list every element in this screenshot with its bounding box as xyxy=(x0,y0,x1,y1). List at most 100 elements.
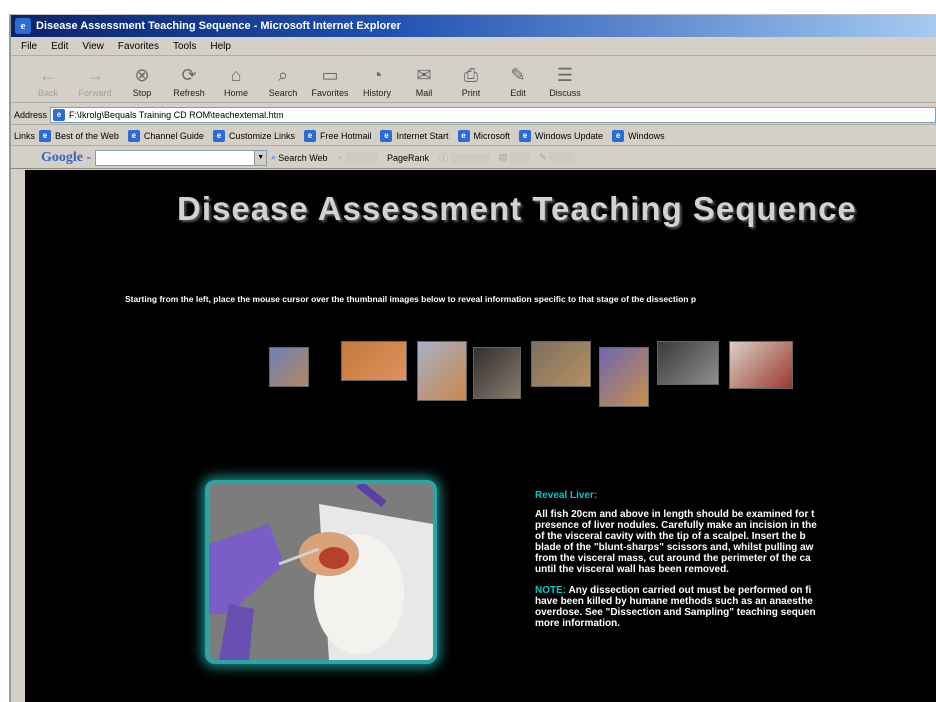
print-icon: ⎙ xyxy=(463,64,479,85)
links-label: Links xyxy=(14,130,36,141)
history-button[interactable]: ◔ History xyxy=(354,64,400,102)
back-button[interactable]: ← Back xyxy=(25,64,71,102)
discuss-icon: ☰ xyxy=(556,64,574,85)
mail-button[interactable]: ✉ Mail xyxy=(401,64,447,102)
search-web-button[interactable]: ⌕ Search Web xyxy=(271,152,327,163)
highlight-button[interactable]: ✎ ░░░░ xyxy=(539,152,575,163)
dissection-image xyxy=(205,480,437,664)
link-label: Channel Guide xyxy=(143,130,204,141)
title-bar[interactable]: e Disease Assessment Teaching Sequence -… xyxy=(11,15,936,37)
note-label: NOTE: xyxy=(535,585,567,596)
forward-arrow-icon: → xyxy=(86,64,104,85)
info-body-line: All fish 20cm and above in length should… xyxy=(535,509,815,520)
ie-link-icon: e xyxy=(127,129,140,142)
history-icon: ◔ xyxy=(371,64,383,85)
search-web-label: Search Web xyxy=(278,152,328,163)
info-heading: Reveal Liver: xyxy=(535,490,598,501)
refresh-button[interactable]: ⟳ Refresh xyxy=(166,64,212,102)
address-bar: Address e F:\Ikrolg\Bequals Training CD … xyxy=(11,105,936,125)
note-line: have been killed by humane methods such … xyxy=(535,596,813,607)
link-microsoft[interactable]: e Microsoft xyxy=(457,129,511,142)
thumbnail-8[interactable] xyxy=(729,341,793,389)
google-toolbar: Google - ▼ ⌕ Search Web ⌕ ░░░░░ PageRank … xyxy=(11,147,936,169)
info-body-line: blade of the "blunt-sharps" scissors and… xyxy=(535,542,814,553)
link-label: Customize Links xyxy=(228,130,295,141)
thumbnail-5[interactable] xyxy=(531,341,591,387)
menu-file[interactable]: File xyxy=(21,41,37,52)
link-best-of-the-web[interactable]: e Best of the Web xyxy=(39,129,119,142)
discuss-label: Discuss xyxy=(549,88,581,98)
history-label: History xyxy=(362,88,391,98)
menu-bar: File Edit View Favorites Tools Help xyxy=(11,38,936,56)
page-info-button[interactable]: ⓘ ░░░░░░ xyxy=(439,151,489,164)
mail-icon: ✉ xyxy=(416,64,432,85)
ie-link-icon: e xyxy=(380,129,393,142)
address-input[interactable]: e F:\Ikrolg\Bequals Training CD ROM\teac… xyxy=(50,106,936,123)
ie-link-icon: e xyxy=(212,129,225,142)
link-internet-start[interactable]: e Internet Start xyxy=(380,129,449,142)
note-line: more information. xyxy=(535,618,621,629)
google-search-input[interactable]: ▼ xyxy=(95,149,268,166)
info-body-line: until the visceral wall has been removed… xyxy=(535,564,729,575)
thumbnail-1[interactable] xyxy=(269,347,309,387)
favorites-icon: ▭ xyxy=(321,64,339,85)
ie-link-icon: e xyxy=(519,129,532,142)
favorites-button[interactable]: ▭ Favorites xyxy=(307,64,353,102)
refresh-icon: ⟳ xyxy=(181,64,197,85)
print-label: Print xyxy=(461,88,481,98)
thumbnail-2[interactable] xyxy=(341,341,407,381)
note-line: NOTE: Any dissection carried out must be… xyxy=(535,585,936,596)
thumbnail-4[interactable] xyxy=(473,347,521,399)
ie-link-icon: e xyxy=(39,129,52,142)
stop-button[interactable]: ⊗ Stop xyxy=(119,64,165,102)
menu-edit[interactable]: Edit xyxy=(51,41,68,52)
search-site-button[interactable]: ⌕ ░░░░░ xyxy=(338,152,377,163)
address-label: Address xyxy=(14,109,48,120)
link-free-hotmail[interactable]: e Free Hotmail xyxy=(303,129,371,142)
print-button[interactable]: ⎙ Print xyxy=(448,64,494,102)
link-customize-links[interactable]: e Customize Links xyxy=(212,129,295,142)
browser-window: e Disease Assessment Teaching Sequence -… xyxy=(9,14,936,702)
favorites-label: Favorites xyxy=(311,88,349,98)
page-content: Disease Assessment Teaching Sequence Sta… xyxy=(25,170,936,702)
menu-tools[interactable]: Tools xyxy=(173,41,196,52)
forward-label: Forward xyxy=(78,88,112,98)
back-arrow-icon: ← xyxy=(39,64,57,85)
window-title: Disease Assessment Teaching Sequence - M… xyxy=(36,20,401,32)
mail-label: Mail xyxy=(415,88,433,98)
thumbnail-7[interactable] xyxy=(657,341,719,385)
search-button[interactable]: ⌕ Search xyxy=(260,64,306,102)
edit-button[interactable]: ✎ Edit xyxy=(495,64,541,102)
google-logo[interactable]: Google - xyxy=(41,150,91,166)
menu-view[interactable]: View xyxy=(82,41,104,52)
home-button[interactable]: ⌂ Home xyxy=(213,64,259,102)
ie-link-icon: e xyxy=(457,129,470,142)
address-value: F:\Ikrolg\Bequals Training CD ROM\teache… xyxy=(69,109,284,120)
dropdown-arrow-icon[interactable]: ▼ xyxy=(254,150,267,165)
google-search-icon: ⌕ xyxy=(271,152,277,162)
search-icon: ⌕ xyxy=(277,64,289,85)
info-panel: Reveal Liver: All fish 20cm and above in… xyxy=(535,490,936,629)
links-bar: Links e Best of the Web e Channel Guide eC… xyxy=(11,126,936,146)
thumbnail-6[interactable] xyxy=(599,347,649,407)
stop-label: Stop xyxy=(132,88,152,98)
search-label: Search xyxy=(268,88,298,98)
home-label: Home xyxy=(223,88,248,98)
thumbnail-3[interactable] xyxy=(417,341,467,401)
forward-button[interactable]: → Forward xyxy=(72,64,118,102)
menu-favorites[interactable]: Favorites xyxy=(118,41,159,52)
menu-help[interactable]: Help xyxy=(210,41,231,52)
home-icon: ⌂ xyxy=(230,64,242,85)
note-text: Any dissection carried out must be perfo… xyxy=(566,585,812,596)
link-label: Microsoft xyxy=(473,130,511,141)
info-body-line: of the visceral cavity with the tip of a… xyxy=(535,531,806,542)
edit-icon: ✎ xyxy=(510,64,526,85)
stop-icon: ⊗ xyxy=(134,64,150,85)
link-windows[interactable]: e Windows xyxy=(612,129,665,142)
edit-label: Edit xyxy=(510,88,526,98)
link-windows-update[interactable]: e Windows Update xyxy=(519,129,603,142)
info-body-line: from the visceral mass, cut around the p… xyxy=(535,553,811,564)
link-channel-guide[interactable]: e Channel Guide xyxy=(127,129,204,142)
discuss-button[interactable]: ☰ Discuss xyxy=(542,64,588,102)
up-button[interactable]: ▤ ░░░ xyxy=(499,152,529,163)
